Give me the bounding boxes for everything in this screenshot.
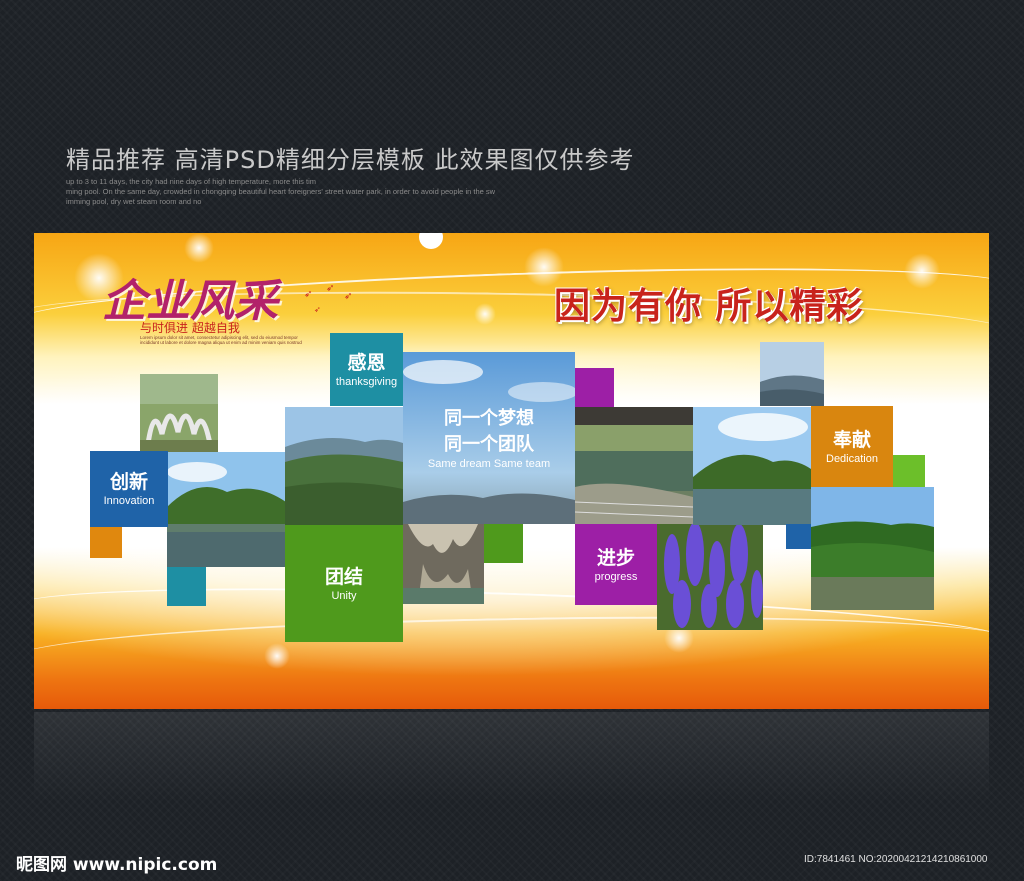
banner-reflection <box>34 712 989 802</box>
photo-center-sky: 同一个梦想 同一个团队 Same dream Same team <box>403 352 575 524</box>
logo-subtitle: 与时俱进 超越自我 <box>140 321 240 335</box>
bird-icon: ➶ <box>344 291 353 302</box>
tile-innovation: 创新 Innovation <box>90 451 168 527</box>
bird-icon: ➶ <box>314 305 321 314</box>
tile-cn-label: 团结 <box>324 565 363 588</box>
header-sub-line: ming pool. On the same day, crowded in c… <box>66 187 496 196</box>
tile-dedication: 奉献 Dedication <box>811 406 893 487</box>
photo-lavender <box>657 524 763 630</box>
watermark-id: ID:7841461 NO:20200421214210861000 <box>804 854 988 865</box>
accent-square-blue <box>786 524 811 549</box>
watermark: 昵图网 www.nipic.com <box>16 855 218 875</box>
tile-en-label: Unity <box>331 589 357 602</box>
bird-icon: ➶ <box>326 283 335 294</box>
photo-cave <box>403 524 484 604</box>
tile-en-label: progress <box>594 570 638 583</box>
photo-river-boats <box>575 407 693 525</box>
photo-lake-left <box>167 452 286 567</box>
slogan: 因为有你 所以精彩 <box>554 285 864 327</box>
header-sub-line: up to 3 to 11 days, the city had nine da… <box>66 177 316 186</box>
photo-lake-right <box>693 407 811 525</box>
bokeh-glow <box>419 233 443 249</box>
tile-cn-label: 感恩 <box>347 351 386 374</box>
tile-cn-label: 进步 <box>596 546 635 569</box>
center-english: Same dream Same team <box>427 458 551 470</box>
bokeh-glow <box>184 233 214 263</box>
photo-forest-lake <box>811 487 934 610</box>
photo-mountains <box>285 407 403 525</box>
bird-icon: ➶ <box>304 289 313 300</box>
tile-cn-label: 奉献 <box>832 428 871 451</box>
center-line-2: 同一个团队 <box>444 434 534 455</box>
accent-square-teal <box>167 567 206 606</box>
tile-unity: 团结 Unity <box>285 525 403 642</box>
tile-en-label: thanksgiving <box>335 375 398 388</box>
banner: 企业风采 ➶ ➶ ➶ ➶ 与时俱进 超越自我 Lorem ipsum dolor… <box>34 233 989 709</box>
tile-progress: 进步 progress <box>575 524 657 605</box>
accent-square-green <box>893 455 925 487</box>
tile-en-label: Dedication <box>826 452 878 465</box>
accent-square-green <box>484 524 523 563</box>
tile-thanksgiving: 感恩 thanksgiving <box>330 333 403 406</box>
logo-small-text: Lorem ipsum dolor sit amet, consectetur … <box>140 335 302 345</box>
accent-square-purple <box>575 368 614 407</box>
tile-cn-label: 创新 <box>109 471 148 493</box>
header-sub-line: imming pool, dry wet steam room and no <box>66 197 202 206</box>
tile-en-label: Innovation <box>103 495 155 507</box>
header-title: 精品推荐 高清PSD精细分层模板 此效果图仅供参考 <box>66 146 635 174</box>
photo-hills <box>760 342 824 406</box>
accent-square-orange <box>90 527 122 558</box>
photo-sculpture <box>140 374 218 452</box>
center-line-1: 同一个梦想 <box>444 408 534 429</box>
